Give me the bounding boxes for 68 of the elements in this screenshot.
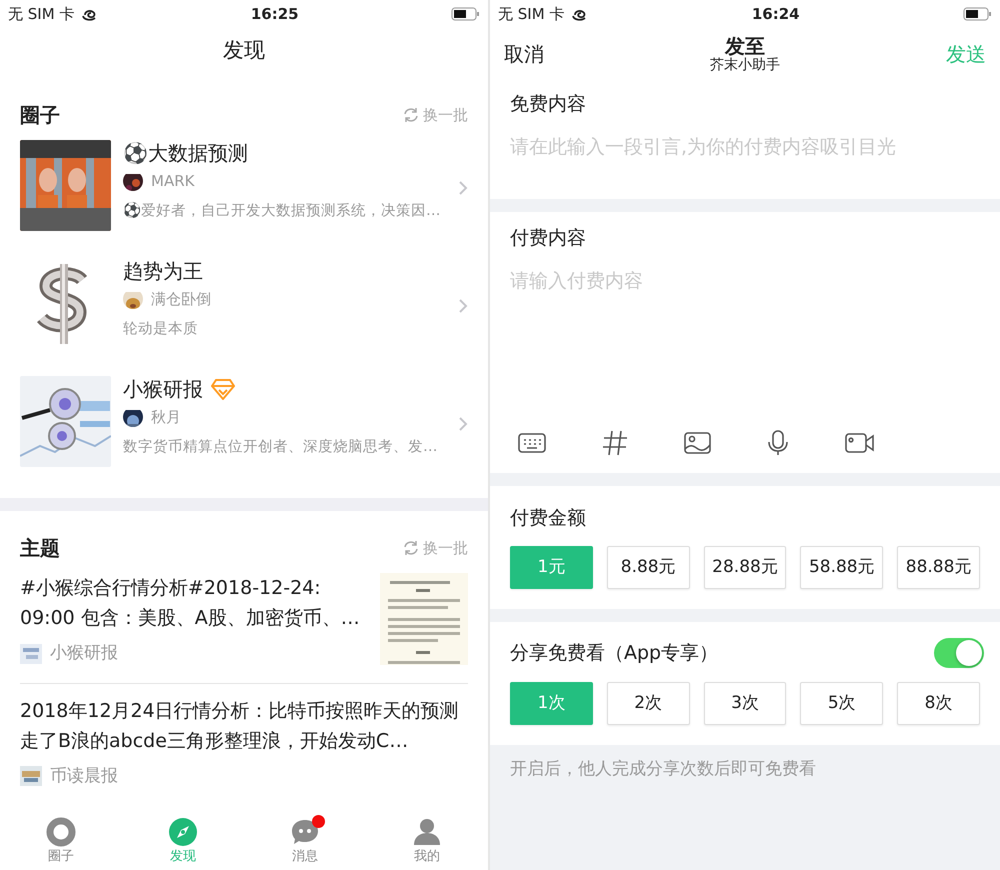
hint-text: 开启后，他人完成分享次数后即可免费看 (510, 759, 816, 779)
chevron-icon (458, 298, 468, 314)
tab-item[interactable]: 我的 (387, 816, 467, 866)
loop-icon (82, 7, 98, 21)
carrier-text: 无 SIM 卡 (8, 4, 74, 25)
nav-title: 发至 (725, 35, 765, 57)
topic-text: #小猴综合行情分析#2018-12-24: 09:00 包含：美股、A股、加密货币、… (20, 576, 361, 631)
image-button[interactable] (684, 430, 711, 455)
keyboard-icon (518, 432, 546, 454)
circle-name: ⚽大数据预测 (123, 140, 248, 166)
source-name: 币读晨报 (50, 764, 118, 788)
source-name: 小猴研报 (50, 642, 118, 665)
chevron-icon (458, 416, 468, 432)
image-icon (684, 430, 711, 455)
circle-name: 小猴研报 (123, 376, 203, 402)
tab-item[interactable]: 圈子 (21, 816, 101, 866)
circle-row[interactable]: ⚽大数据预测 MARK ⚽爱好者，自己开发大数据预测系统，决策因… (0, 140, 488, 258)
option-button[interactable]: 88.88元 (897, 546, 980, 589)
microphone-button[interactable] (767, 430, 789, 456)
section-label: 付费金额 (509, 506, 587, 530)
circle-name: 趋势为王 (123, 258, 203, 284)
video-camera-button[interactable] (845, 430, 874, 455)
hashtag-button[interactable] (602, 430, 628, 456)
section-label: 分享免费看（App专享） (509, 640, 720, 666)
topic-row[interactable]: #小猴综合行情分析#2018-12-24: 09:00 包含：美股、A股、加密货币、… 小猴研报 (0, 573, 488, 666)
page-title: 发现 (222, 37, 266, 64)
clock-time: 16:25 (250, 4, 299, 25)
topic-text: 2018年12月24日行情分析：比特币按照昨天的预测走了B浪的abcde三角形整理浪，开始发动C… (20, 698, 460, 754)
circle-description: 轮动是本质 (123, 320, 199, 338)
topic-row[interactable]: 2018年12月24日行情分析：比特币按照昨天的预测走了B浪的abcde三角形整理浪，开始发动C… 币读晨报 (0, 696, 488, 789)
option-button[interactable]: 8次 (897, 682, 980, 725)
loop-icon (572, 7, 588, 21)
microphone-icon (767, 430, 789, 456)
refresh-icon (403, 540, 419, 556)
person-icon (412, 816, 442, 846)
toggle-switch[interactable] (934, 638, 984, 668)
notification-dot (312, 814, 325, 828)
ring-icon (46, 816, 76, 846)
battery-icon (451, 7, 480, 21)
refresh-icon (403, 107, 419, 123)
option-button[interactable]: 58.88元 (800, 546, 884, 589)
cancel-button[interactable]: 取消 (504, 39, 544, 69)
circle-row[interactable]: 趋势为王 满仓卧倒 轮动是本质 (0, 258, 488, 376)
option-button[interactable]: 2次 (606, 682, 690, 725)
compass-icon (168, 816, 198, 846)
owner-name: 满仓卧倒 (151, 289, 211, 310)
carrier-text: 无 SIM 卡 (498, 4, 564, 25)
owner-name: MARK (151, 171, 194, 192)
option-button[interactable]: 28.88元 (704, 546, 786, 589)
battery-icon (963, 7, 992, 21)
field-label: 付费内容 (509, 226, 587, 251)
keyboard-button[interactable] (518, 430, 546, 454)
field-label: 免费内容 (509, 92, 587, 117)
option-button[interactable]: 5次 (800, 682, 884, 725)
tab-item[interactable]: 消息 (265, 816, 345, 866)
option-button[interactable]: 3次 (704, 682, 786, 725)
chevron-icon (458, 180, 468, 196)
circle-description: ⚽爱好者，自己开发大数据预测系统，决策因… (123, 201, 442, 220)
video-camera-icon (845, 430, 874, 455)
section-title: 圈子 (20, 102, 60, 129)
clock-time: 16:24 (752, 4, 800, 25)
option-button[interactable]: 8.88元 (606, 546, 690, 589)
owner-name: 秋月 (151, 407, 181, 428)
circle-description: 数字货币精算点位开创者、深度烧脑思考、发… (123, 438, 438, 456)
section-title: 主题 (20, 535, 60, 562)
circle-row[interactable]: 小猴研报 秋月 数字货币精算点位开创者、深度烧脑思考、发… (0, 376, 488, 494)
hashtag-icon (602, 430, 628, 456)
nav-subtitle: 芥末小助手 (710, 57, 780, 73)
